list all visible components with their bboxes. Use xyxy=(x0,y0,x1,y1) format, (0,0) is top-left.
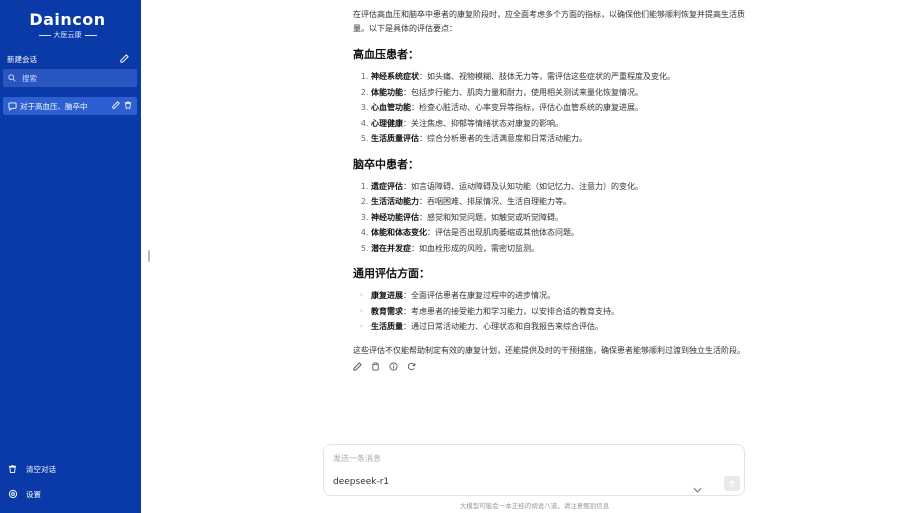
arrow-up-icon xyxy=(729,479,735,487)
trash-icon xyxy=(8,464,26,474)
chat-bubble-icon xyxy=(8,101,20,111)
chevron-down-icon[interactable] xyxy=(693,478,702,497)
list-item: 教育需求：考虑患者的接受能力和学习能力，以安排合适的教育支持。 xyxy=(359,305,745,319)
gear-icon xyxy=(8,489,26,499)
edit-icon[interactable] xyxy=(353,361,362,376)
sidebar-resize-handle[interactable] xyxy=(148,250,150,262)
assistant-message: 在评估高血压和脑卒中患者的康复阶段时，应全面考虑多个方面的指标，以确保他们能够顺… xyxy=(353,8,745,376)
clear-conversations-button[interactable]: 清空对话 xyxy=(8,462,128,476)
hypertension-list: 神经系统症状：如头痛、视物模糊、肢体无力等，需评估这些症状的严重程度及变化。 体… xyxy=(353,70,745,146)
list-item: 心血管功能：检查心脏活动、心率变异等指标，评估心血管系统的康复进展。 xyxy=(371,101,745,115)
section-heading: 通用评估方面： xyxy=(353,267,430,280)
copy-icon[interactable] xyxy=(371,362,380,376)
search-input[interactable]: 搜索 xyxy=(3,69,137,87)
new-chat-button[interactable]: 新建会话 xyxy=(7,53,129,65)
disclaimer-text: 大模型可能会一本正经的胡说八道，请注意甄别信息 xyxy=(459,502,610,510)
trash-icon[interactable] xyxy=(124,101,132,111)
edit-icon[interactable] xyxy=(120,53,129,65)
list-item: 神经系统症状：如头痛、视物模糊、肢体无力等，需评估这些症状的严重程度及变化。 xyxy=(371,70,745,84)
settings-button[interactable]: 设置 xyxy=(8,487,128,501)
message-conclusion: 这些评估不仅能帮助制定有效的康复计划，还能提供及时的干预措施，确保患者能够顺利过… xyxy=(353,345,745,355)
list-item: 体能和体态变化：评估是否出现肌肉萎缩或其他体态问题。 xyxy=(371,226,745,240)
list-item: 潜在并发症：如血栓形成的风险，需密切监测。 xyxy=(371,242,745,256)
section-heading: 高血压患者： xyxy=(353,48,419,61)
general-list: 康复进展：全面评估患者在康复过程中的进步情况。 教育需求：考虑患者的接受能力和学… xyxy=(353,289,745,334)
stroke-list: 遗症评估：如言语障碍、运动障碍及认知功能（如记忆力、注意力）的变化。 生活活动能… xyxy=(353,180,745,256)
list-item: 遗症评估：如言语障碍、运动障碍及认知功能（如记忆力、注意力）的变化。 xyxy=(371,180,745,194)
brand-subtitle-text: 大医云康 xyxy=(53,31,82,39)
conversation-title: 对于高血压、脑卒中 xyxy=(20,101,88,111)
edit-icon[interactable] xyxy=(112,101,120,111)
new-chat-label: 新建会话 xyxy=(7,54,37,64)
list-item: 生活质量评估：综合分析患者的生活满意度和日常活动能力。 xyxy=(371,132,745,146)
send-button[interactable] xyxy=(724,476,740,491)
section-heading: 脑卒中患者： xyxy=(353,157,419,171)
model-selector[interactable]: deepseek-r1 xyxy=(333,477,389,487)
search-icon xyxy=(8,74,18,82)
list-item: 生活活动能力：吞咽困难、排尿情况、生活自理能力等。 xyxy=(371,195,745,209)
brand-logo: Daincon xyxy=(29,10,106,29)
regenerate-icon[interactable] xyxy=(407,362,416,376)
info-icon[interactable] xyxy=(389,361,398,376)
settings-label: 设置 xyxy=(26,489,41,499)
message-intro: 在评估高血压和脑卒中患者的康复阶段时，应全面考虑多个方面的指标，以确保他们能够顺… xyxy=(353,10,745,33)
brand-subtitle: 大医云康 xyxy=(0,30,135,40)
message-input[interactable]: 发送一条消息 xyxy=(333,453,381,464)
message-composer[interactable]: 发送一条消息 deepseek-r1 xyxy=(323,444,745,496)
sidebar: Daincon 大医云康 新建会话 搜索 对于高血压、脑卒中 清空对话 设置 xyxy=(0,0,141,513)
list-item: 心理健康：关注焦虑、抑郁等情绪状态对康复的影响。 xyxy=(371,117,745,131)
clear-label: 清空对话 xyxy=(26,464,56,474)
conversation-item[interactable]: 对于高血压、脑卒中 xyxy=(3,97,137,115)
list-item: 生活质量：通过日常活动能力、心理状态和自我报告来综合评估。 xyxy=(359,320,745,334)
list-item: 神经功能评估：感觉和知觉问题，如触觉或听觉障碍。 xyxy=(371,211,745,225)
list-item: 体能功能：包括步行能力、肌肉力量和耐力，使用相关测试来量化恢复情况。 xyxy=(371,86,745,100)
search-placeholder: 搜索 xyxy=(22,73,37,83)
list-item: 康复进展：全面评估患者在康复过程中的进步情况。 xyxy=(359,289,745,303)
message-actions xyxy=(353,361,745,376)
